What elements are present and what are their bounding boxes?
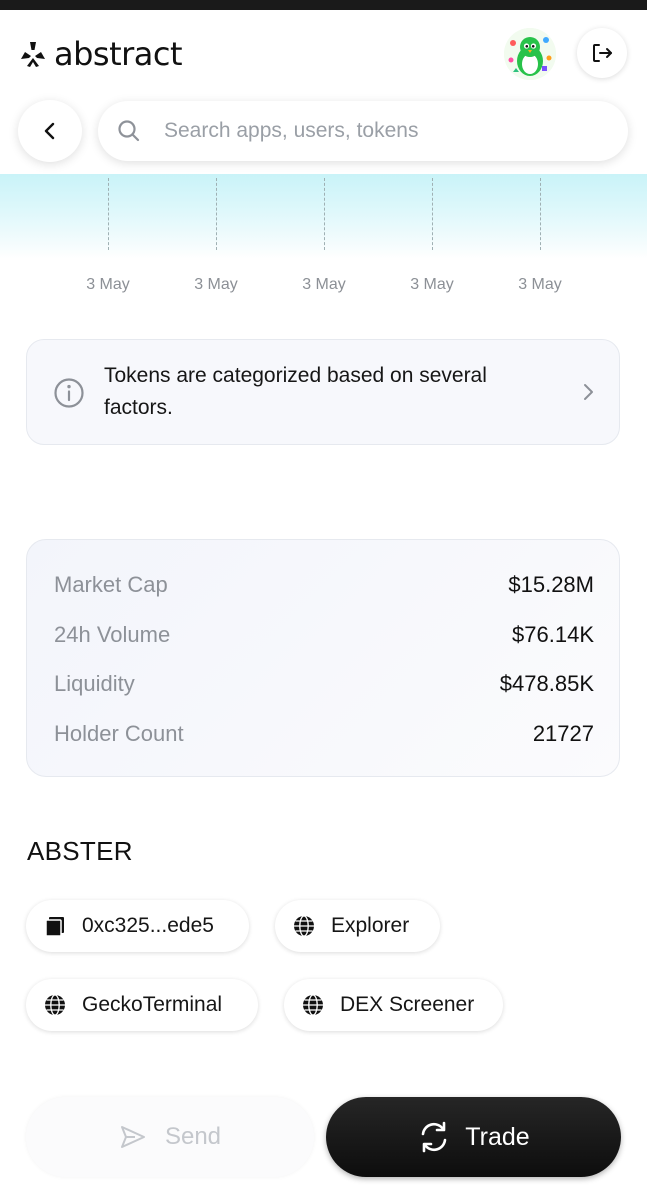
chip-label: Explorer — [331, 914, 410, 937]
geckoterminal-link-chip[interactable]: GeckoTerminal — [26, 979, 258, 1031]
chevron-right-icon — [584, 384, 593, 400]
trade-button[interactable]: Trade — [326, 1097, 621, 1177]
swap-refresh-icon — [421, 1121, 447, 1153]
chip-label: DEX Screener — [340, 993, 475, 1016]
globe-icon — [294, 915, 314, 937]
chart-gridline — [540, 178, 541, 250]
info-icon — [54, 378, 84, 408]
search-bar[interactable] — [98, 101, 628, 161]
chart-gridline — [216, 178, 217, 250]
search-icon — [118, 120, 140, 142]
token-category-info-banner[interactable]: Tokens are categorized based on several … — [26, 339, 620, 445]
back-button[interactable] — [18, 100, 82, 162]
abstract-logo[interactable]: abstract — [18, 35, 183, 73]
info-banner-text: Tokens are categorized based on several … — [104, 364, 487, 419]
dex-screener-link-chip[interactable]: DEX Screener — [284, 979, 503, 1031]
x-axis-tick-label: 3 May — [302, 276, 346, 293]
penguin-avatar-icon — [504, 28, 556, 80]
x-axis-tick-label: 3 May — [86, 276, 130, 293]
status-bar — [0, 0, 647, 10]
x-axis-tick-label: 3 May — [410, 276, 454, 293]
send-label: Send — [164, 1123, 222, 1150]
user-avatar[interactable] — [504, 28, 556, 80]
chip-label: GeckoTerminal — [82, 993, 223, 1016]
token-name: ABSTER — [27, 836, 133, 866]
brand-name: abstract — [54, 35, 183, 73]
chevron-left-icon — [44, 122, 55, 140]
stat-value: $478.85K — [499, 671, 594, 696]
stat-value: $76.14K — [512, 622, 594, 647]
token-detail-page: abstract Search apps, users, tokens 3 Ma… — [0, 0, 647, 1200]
send-button[interactable]: Send — [26, 1097, 314, 1177]
logout-icon — [593, 44, 612, 62]
x-axis-tick-label: 3 May — [518, 276, 562, 293]
stat-row-holder-count: Holder Count 21727 — [27, 714, 621, 754]
stat-label: Liquidity — [54, 671, 135, 696]
stat-label: 24h Volume — [54, 622, 171, 647]
globe-icon — [303, 994, 323, 1016]
chip-label: 0xc325...ede5 — [82, 914, 214, 937]
contract-address-chip[interactable]: 0xc325...ede5 — [26, 900, 249, 952]
stat-label: Holder Count — [54, 721, 184, 746]
stat-row-24h-volume: 24h Volume $76.14K — [27, 615, 621, 655]
explorer-link-chip[interactable]: Explorer — [275, 900, 440, 952]
logout-button[interactable] — [577, 28, 627, 78]
stat-row-market-cap: Market Cap $15.28M — [27, 565, 621, 605]
globe-icon — [45, 994, 65, 1016]
chart-gridline — [324, 178, 325, 250]
x-axis-tick-label: 3 May — [194, 276, 238, 293]
chart-gridline — [432, 178, 433, 250]
stat-label: Market Cap — [54, 572, 168, 597]
send-icon — [120, 1126, 145, 1148]
stat-value: $15.28M — [508, 572, 594, 597]
stat-row-liquidity: Liquidity $478.85K — [27, 664, 621, 704]
stat-value: 21727 — [532, 721, 594, 746]
token-stats-card: Market Cap $15.28M 24h Volume $76.14K Li… — [26, 539, 620, 777]
chart-gridline — [108, 178, 109, 250]
trade-label: Trade — [465, 1122, 530, 1151]
abstract-logo-icon — [21, 42, 45, 67]
copy-icon — [45, 917, 64, 937]
search-input[interactable] — [162, 118, 606, 144]
